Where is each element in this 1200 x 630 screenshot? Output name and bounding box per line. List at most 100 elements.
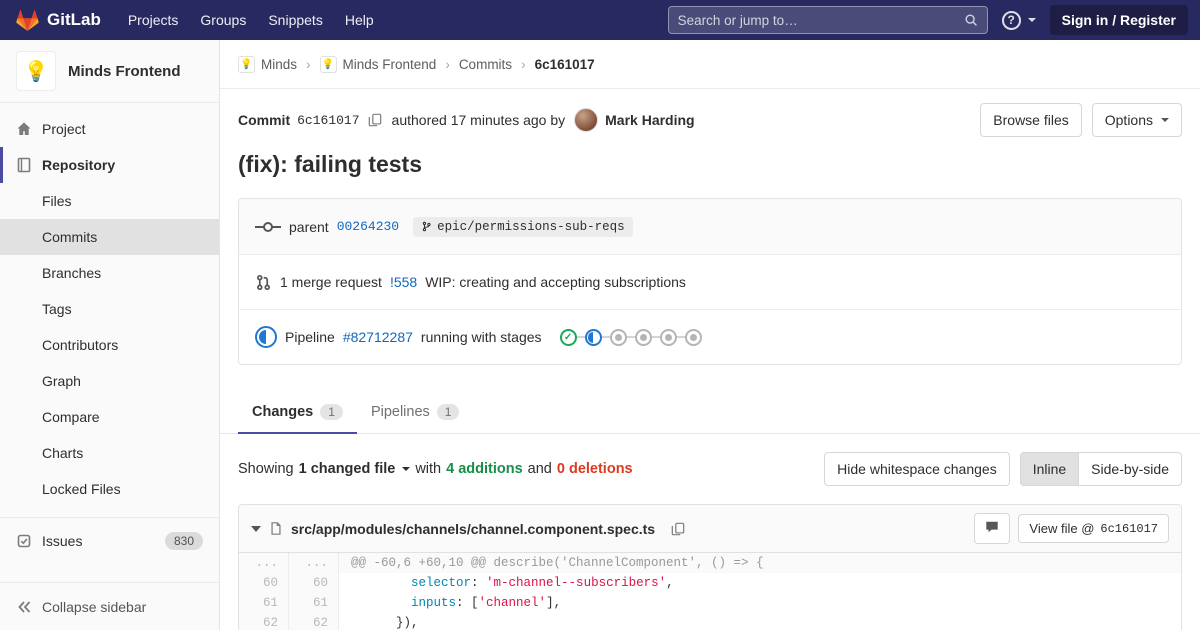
sidebar-item-tags[interactable]: Tags [0, 291, 219, 327]
pipeline-running-icon[interactable] [255, 326, 277, 348]
diff-stats-row: Showing 1 changed file with 4 additions … [220, 434, 1200, 504]
code-token: , [666, 576, 674, 590]
showing-text: Showing [238, 461, 294, 477]
old-line-number[interactable]: ... [239, 553, 289, 573]
issues-icon [16, 533, 32, 549]
diff-mode-toggle: Inline Side-by-side [1019, 452, 1182, 486]
sidebar-item-repository[interactable]: Repository [0, 147, 219, 183]
sidebar-item-branches[interactable]: Branches [0, 255, 219, 291]
search-icon[interactable] [964, 13, 978, 27]
authored-by-text: by [550, 112, 566, 128]
breadcrumb-commits[interactable]: Commits [459, 57, 512, 72]
new-line-number[interactable]: 62 [289, 613, 339, 630]
code-token: @@ -60,6 +60,10 @@ describe('ChannelComp… [351, 556, 764, 570]
nav-item-snippets[interactable]: Snippets [257, 1, 333, 39]
sign-in-button[interactable]: Sign in / Register [1049, 5, 1188, 35]
sidebar-item-charts[interactable]: Charts [0, 435, 219, 471]
collapse-sidebar-button[interactable]: Collapse sidebar [0, 582, 219, 630]
changed-files-dropdown[interactable]: 1 changed file [299, 461, 411, 477]
code-line: @@ -60,6 +60,10 @@ describe('ChannelComp… [339, 553, 1181, 573]
chevron-down-icon [1027, 18, 1036, 22]
breadcrumb-minds[interactable]: 💡 Minds [238, 55, 297, 73]
options-dropdown-button[interactable]: Options [1091, 103, 1182, 137]
toggle-comments-button[interactable] [974, 513, 1011, 544]
breadcrumb-minds-frontend[interactable]: 💡 Minds Frontend [319, 55, 437, 73]
inline-view-button[interactable]: Inline [1019, 452, 1080, 486]
new-line-number[interactable]: 61 [289, 593, 339, 613]
nav-item-groups[interactable]: Groups [189, 1, 257, 39]
search-input[interactable] [677, 12, 964, 28]
mr-ref-link[interactable]: !558 [390, 274, 417, 290]
new-line-number[interactable]: ... [289, 553, 339, 573]
sidebar-item-commits[interactable]: Commits [0, 219, 219, 255]
pipeline-stage-created-icon[interactable] [659, 328, 677, 346]
tab-pipelines[interactable]: Pipelines 1 [357, 391, 474, 433]
pipeline-stage-success-icon[interactable]: ✓ [559, 328, 577, 346]
tab-changes[interactable]: Changes 1 [238, 391, 357, 434]
group-avatar-icon: 💡 [319, 55, 337, 73]
code-token: 'm-channel--subscribers' [486, 576, 667, 590]
pipeline-stage-created-icon[interactable] [609, 328, 627, 346]
old-line-number[interactable]: 61 [239, 593, 289, 613]
branch-ref-badge[interactable]: epic/permissions-sub-reqs [413, 216, 633, 237]
diff-table: ...... @@ -60,6 +60,10 @@ describe('Chann… [239, 553, 1181, 630]
help-dropdown[interactable]: ? [1001, 10, 1036, 30]
pipeline-stage-created-icon[interactable] [684, 328, 702, 346]
code-token: : [471, 576, 487, 590]
pipeline-mini-graph: ✓ [559, 328, 702, 346]
copy-sha-icon[interactable] [368, 113, 382, 127]
pipeline-row: Pipeline #82712287 running with stages ✓ [239, 309, 1181, 364]
sidebar-nav: Project Repository Files Commits Branches T… [0, 103, 219, 582]
authored-time: 17 minutes ago [450, 112, 547, 128]
side-by-side-view-button[interactable]: Side-by-side [1078, 452, 1182, 486]
commit-actions: Browse files Options [980, 103, 1182, 137]
old-line-number[interactable]: 62 [239, 613, 289, 630]
mr-count-text: 1 merge request [280, 274, 382, 290]
comment-icon [985, 520, 999, 537]
sidebar-item-locked-files[interactable]: Locked Files [0, 471, 219, 507]
parent-row: parent 00264230 epic/permissions-sub-req… [239, 199, 1181, 254]
sidebar-item-compare[interactable]: Compare [0, 399, 219, 435]
author-avatar[interactable] [574, 108, 599, 132]
pipeline-stage-running-icon[interactable] [584, 328, 602, 346]
code-line: selector: 'm-channel--subscribers', [339, 573, 1181, 593]
commit-info-box: parent 00264230 epic/permissions-sub-req… [238, 198, 1182, 365]
merge-request-row: 1 merge request !558 WIP: creating and a… [239, 254, 1181, 309]
sidebar-item-graph[interactable]: Graph [0, 363, 219, 399]
nav-item-projects[interactable]: Projects [117, 1, 190, 39]
gitlab-logo[interactable]: GitLab [16, 9, 101, 32]
sidebar-item-project[interactable]: Project [0, 111, 219, 147]
view-file-button[interactable]: View file @ 6c161017 [1018, 514, 1169, 543]
browse-files-button[interactable]: Browse files [980, 103, 1082, 137]
search-box[interactable] [667, 6, 988, 34]
diff-view-controls: Hide whitespace changes Inline Side-by-s… [824, 452, 1182, 486]
hide-whitespace-button[interactable]: Hide whitespace changes [824, 452, 1010, 486]
pipeline-stage-created-icon[interactable] [634, 328, 652, 346]
parent-sha-link[interactable]: 00264230 [337, 219, 399, 234]
diff-line: 62 62 }), [239, 613, 1181, 630]
commit-icon [255, 220, 281, 234]
commit-meta-row: Commit 6c161017 authored 17 minutes ago … [220, 89, 1200, 137]
file-path[interactable]: src/app/modules/channels/channel.compone… [291, 521, 655, 537]
navbar-right: ? Sign in / Register [667, 5, 1188, 35]
breadcrumb-current: 6c161017 [534, 56, 595, 72]
sidebar-item-contributors[interactable]: Contributors [0, 327, 219, 363]
nav-item-help[interactable]: Help [334, 1, 385, 39]
pipeline-id-link[interactable]: #82712287 [343, 329, 413, 345]
collapse-file-icon[interactable] [251, 525, 261, 532]
chevron-down-icon [402, 467, 411, 471]
main-content: 💡 Minds › 💡 Minds Frontend › Commits › 6c161017 … [220, 40, 1200, 630]
sidebar-item-files[interactable]: Files [0, 183, 219, 219]
copy-path-icon[interactable] [671, 522, 685, 536]
sidebar-item-label: Repository [42, 157, 116, 173]
sidebar-item-issues[interactable]: Issues 830 [0, 517, 219, 563]
new-line-number[interactable]: 60 [289, 573, 339, 593]
project-context-header[interactable]: 💡 Minds Frontend [0, 40, 219, 103]
author-name[interactable]: Mark Harding [605, 112, 694, 128]
old-line-number[interactable]: 60 [239, 573, 289, 593]
gitlab-logo-text: GitLab [47, 10, 101, 29]
mr-title-text: WIP: creating and accepting subscription… [425, 274, 686, 290]
branch-ref-label: epic/permissions-sub-reqs [437, 219, 625, 234]
breadcrumb-label: Minds Frontend [342, 56, 437, 72]
